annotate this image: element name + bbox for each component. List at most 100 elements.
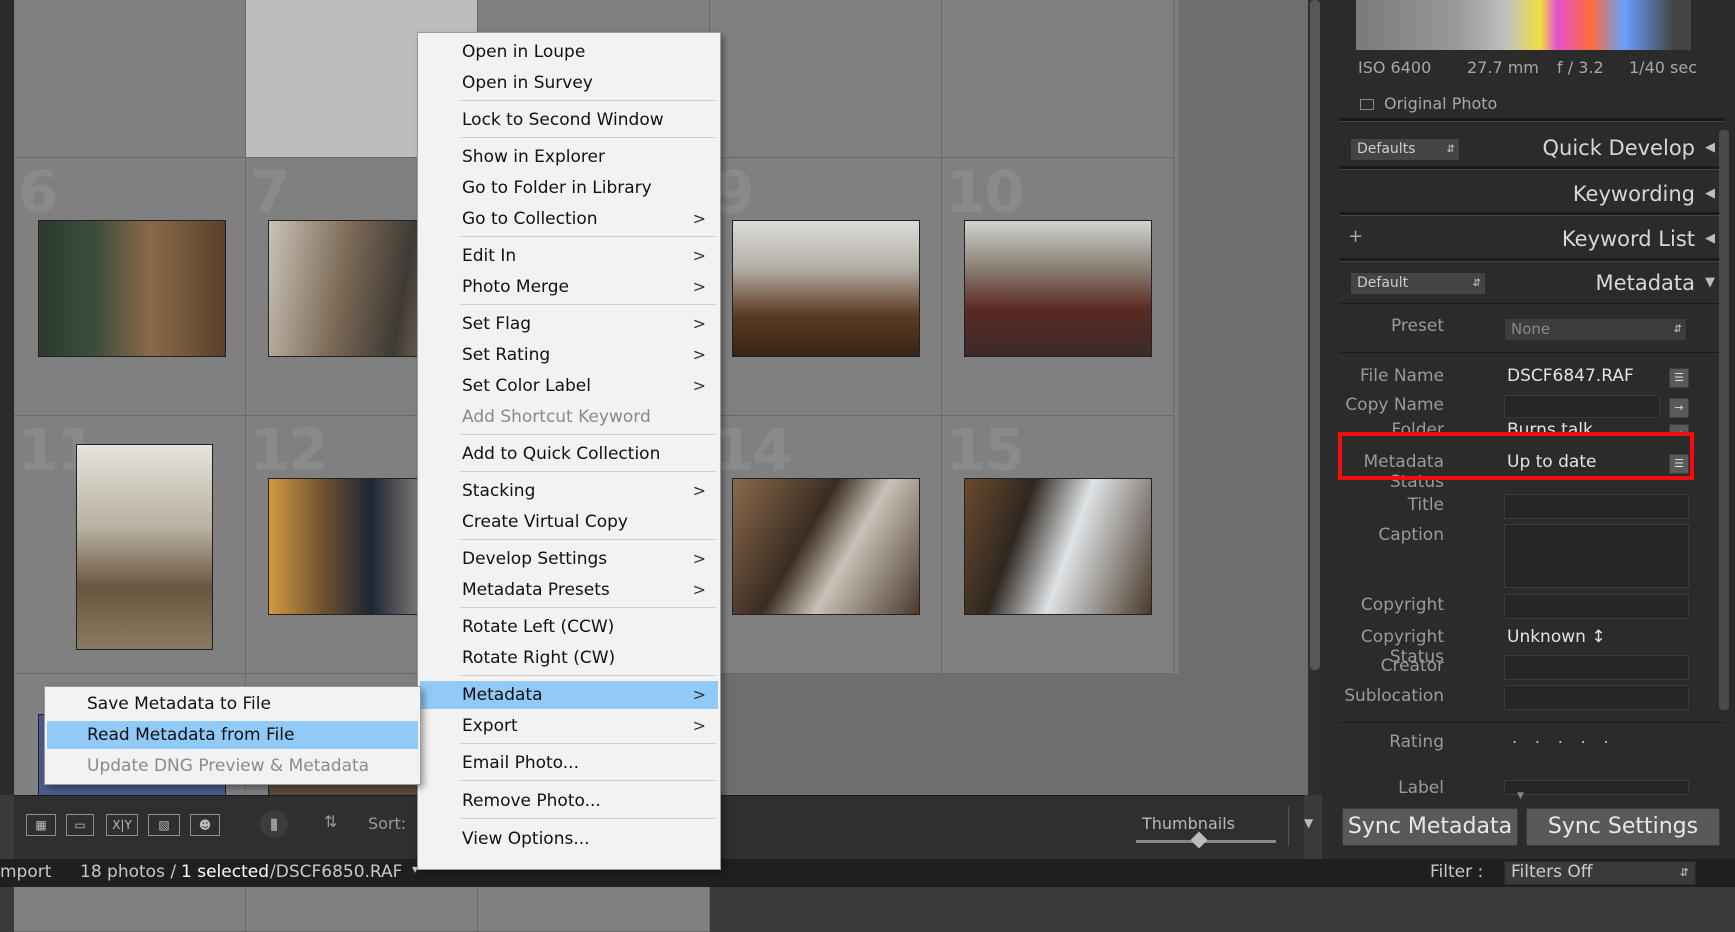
menu-item-metadata-presets[interactable]: Metadata Presets > xyxy=(420,576,718,604)
menu-item-edit-in[interactable]: Edit In > xyxy=(420,242,718,270)
photo-thumbnail[interactable] xyxy=(964,220,1152,357)
go-to-arrow-icon[interactable]: → xyxy=(1669,398,1689,418)
menu-item-rotate-left[interactable]: Rotate Left (CCW) xyxy=(420,613,718,641)
toolbar-menu-chevron-icon[interactable]: ▼ xyxy=(1304,816,1313,830)
menu-item-open-in-loupe[interactable]: Open in Loupe xyxy=(420,38,718,66)
keyword-list-header[interactable]: Keyword List xyxy=(1562,227,1695,251)
grid-cell[interactable]: 10 xyxy=(942,158,1174,416)
compare-view-icon[interactable]: X|Y xyxy=(106,814,138,836)
menu-item-rotate-right[interactable]: Rotate Right (CW) xyxy=(420,644,718,672)
quick-develop-preset-dropdown[interactable]: Defaults ⇵ xyxy=(1350,138,1460,161)
grid-cell[interactable]: 14 xyxy=(710,416,942,674)
menu-item-label: Email Photo... xyxy=(462,753,579,773)
current-file-name[interactable]: /DSCF6850.RAF xyxy=(270,862,402,882)
menu-item-label: Lock to Second Window xyxy=(462,110,664,130)
metadata-view-dropdown[interactable]: Default ⇵ xyxy=(1350,272,1486,295)
menu-item-create-virtual-copy[interactable]: Create Virtual Copy xyxy=(420,508,718,536)
photo-thumbnail[interactable] xyxy=(38,220,226,357)
import-label[interactable]: mport xyxy=(0,862,51,882)
menu-item-set-color-label[interactable]: Set Color Label > xyxy=(420,372,718,400)
copyright-field[interactable] xyxy=(1504,594,1689,619)
sync-metadata-button[interactable]: Sync Metadata xyxy=(1342,808,1518,846)
grid-view-icon[interactable]: ▦ xyxy=(26,814,56,836)
photo-thumbnail[interactable] xyxy=(732,220,920,357)
grid-cell[interactable]: 15 xyxy=(942,416,1174,674)
menu-item-set-flag[interactable]: Set Flag > xyxy=(420,310,718,338)
collapse-triangle-icon[interactable]: ◀ xyxy=(1705,186,1715,201)
copy-name-field[interactable] xyxy=(1504,395,1660,418)
menu-item-label: Export xyxy=(462,716,518,736)
preset-dropdown[interactable]: None ⇵ xyxy=(1504,318,1687,341)
filter-dropdown[interactable]: Filters Off ⇵ xyxy=(1504,861,1696,885)
menu-item-stacking[interactable]: Stacking > xyxy=(420,477,718,505)
rating-label: Rating xyxy=(1389,732,1444,752)
metadata-header[interactable]: Metadata xyxy=(1596,271,1695,295)
panel-divider xyxy=(1340,722,1725,723)
sort-direction-icon[interactable]: ⇅ xyxy=(324,812,337,831)
menu-item-set-rating[interactable]: Set Rating > xyxy=(420,341,718,369)
menu-item-develop-settings[interactable]: Develop Settings > xyxy=(420,545,718,573)
panel-divider xyxy=(1340,352,1725,353)
scrollbar-thumb[interactable] xyxy=(1310,0,1320,670)
rename-list-icon[interactable]: ☰ xyxy=(1669,368,1689,388)
submenu-item-save-metadata-to-file[interactable]: Save Metadata to File xyxy=(47,690,418,718)
menu-item-remove-photo[interactable]: Remove Photo... xyxy=(420,787,718,815)
slider-knob[interactable] xyxy=(1190,831,1208,849)
menu-item-add-to-quick-collection[interactable]: Add to Quick Collection xyxy=(420,440,718,468)
submenu-chevron-icon: > xyxy=(692,246,706,265)
menu-item-export[interactable]: Export > xyxy=(420,712,718,740)
thumbnail-size-slider[interactable] xyxy=(1136,831,1276,849)
menu-item-add-shortcut-keyword: Add Shortcut Keyword xyxy=(420,403,718,431)
cell-number: 10 xyxy=(946,158,1025,226)
menu-item-label: Set Rating xyxy=(462,345,551,365)
grid-cell[interactable] xyxy=(14,0,246,158)
menu-item-label: Go to Folder in Library xyxy=(462,178,652,198)
menu-item-show-in-explorer[interactable]: Show in Explorer xyxy=(420,143,718,171)
people-view-icon[interactable]: ☻ xyxy=(190,814,220,836)
original-photo-checkbox[interactable] xyxy=(1360,99,1374,110)
grid-cell[interactable]: 11 xyxy=(14,416,246,674)
title-field[interactable] xyxy=(1504,494,1689,519)
menu-item-lock-to-second-window[interactable]: Lock to Second Window xyxy=(420,106,718,134)
submenu-item-read-metadata-from-file[interactable]: Read Metadata from File xyxy=(47,721,418,749)
photo-thumbnail[interactable] xyxy=(76,444,213,650)
loupe-view-icon[interactable]: ▭ xyxy=(66,814,94,836)
photo-thumbnail[interactable] xyxy=(732,478,920,615)
copyright-status-dropdown[interactable]: Unknown ↕ xyxy=(1507,627,1606,647)
spray-can-icon[interactable]: ▮ xyxy=(260,810,288,838)
submenu-item-update-dng-preview-and-metadata: Update DNG Preview & Metadata xyxy=(87,756,370,776)
menu-separator xyxy=(460,471,716,472)
menu-item-view-options[interactable]: View Options... xyxy=(420,825,718,853)
menu-item-go-to-folder-in-library[interactable]: Go to Folder in Library xyxy=(420,174,718,202)
creator-field[interactable] xyxy=(1504,655,1689,680)
rating-dots[interactable]: . . . . . xyxy=(1512,728,1615,748)
grid-scrollbar[interactable] xyxy=(1308,0,1322,795)
file-name-value[interactable]: DSCF6847.RAF xyxy=(1507,366,1634,386)
quick-develop-header[interactable]: Quick Develop xyxy=(1542,136,1695,160)
sync-settings-button[interactable]: Sync Settings xyxy=(1526,808,1720,846)
menu-item-email-photo[interactable]: Email Photo... xyxy=(420,749,718,777)
expand-triangle-icon[interactable]: ▼ xyxy=(1705,275,1715,290)
menu-item-label: Set Color Label xyxy=(462,376,591,396)
keywording-header[interactable]: Keywording xyxy=(1573,182,1695,206)
photo-thumbnail[interactable] xyxy=(964,478,1152,615)
grid-cell[interactable] xyxy=(710,0,942,158)
grid-cell[interactable] xyxy=(942,0,1174,158)
menu-item-metadata[interactable]: Metadata > xyxy=(420,681,718,709)
sublocation-field[interactable] xyxy=(1504,685,1689,710)
add-keyword-button[interactable]: + xyxy=(1348,226,1363,247)
right-panel-scrollbar[interactable] xyxy=(1719,130,1729,710)
menu-item-photo-merge[interactable]: Photo Merge > xyxy=(420,273,718,301)
survey-view-icon[interactable]: ▧ xyxy=(148,814,180,836)
label-field[interactable] xyxy=(1504,780,1689,795)
grid-cell[interactable]: 9 xyxy=(710,158,942,416)
collapse-triangle-icon[interactable]: ◀ xyxy=(1705,231,1715,246)
caption-field[interactable] xyxy=(1504,524,1689,588)
menu-item-open-in-survey[interactable]: Open in Survey xyxy=(420,69,718,97)
menu-item-label: Open in Survey xyxy=(462,73,593,93)
histogram-focal-length: 27.7 mm xyxy=(1467,58,1539,77)
collapse-triangle-icon[interactable]: ◀ xyxy=(1705,140,1715,155)
menu-item-label: Develop Settings xyxy=(462,549,608,569)
menu-item-go-to-collection[interactable]: Go to Collection > xyxy=(420,205,718,233)
grid-cell[interactable]: 6 xyxy=(14,158,246,416)
